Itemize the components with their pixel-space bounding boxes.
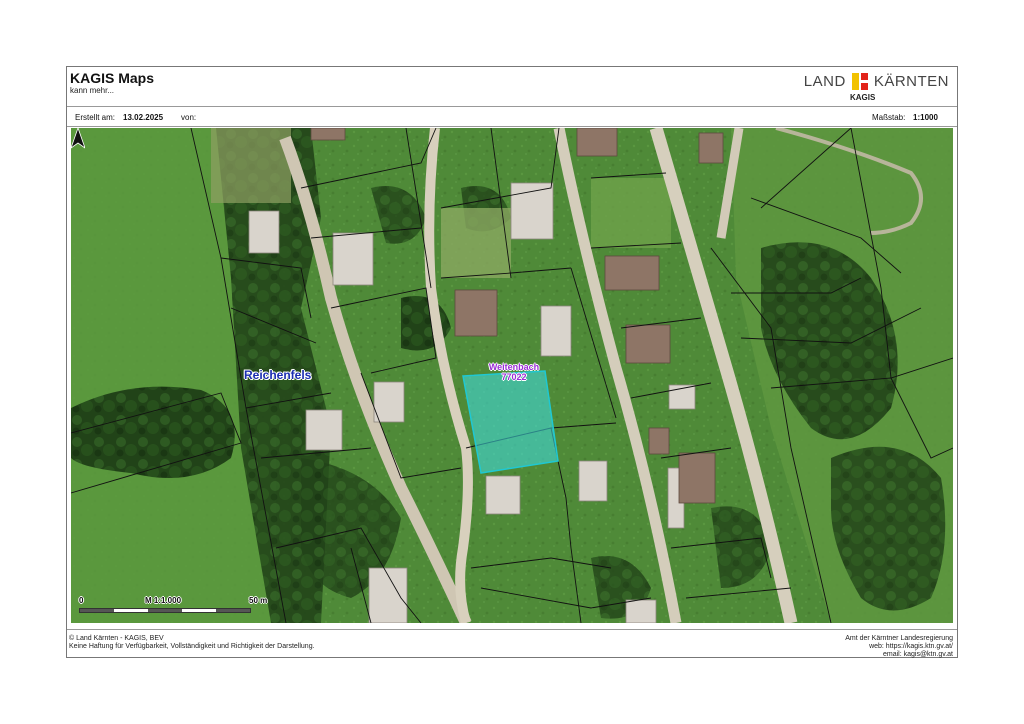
brand-word-land: LAND (803, 72, 846, 90)
app-title: KAGIS Maps (70, 70, 155, 86)
parcel-label: Weitenbach 77022 (479, 362, 549, 382)
parcel-label-cadastral: Weitenbach (488, 362, 540, 372)
print-sheet: KAGIS Maps kann mehr... LAND KÄRNTEN KAG… (66, 66, 958, 658)
scale-label: Maßstab: (872, 113, 906, 122)
place-label-reichenfels: Reichenfels (244, 368, 312, 382)
footer-email-link[interactable]: email: kagis@ktn.gv.at (845, 651, 953, 659)
scale-bar-ratio: M 1:1.000 (145, 596, 182, 605)
brand-wordmark: LAND KÄRNTEN (804, 71, 949, 91)
coat-of-arms-icon (851, 72, 868, 90)
brand-logo: LAND KÄRNTEN KAGIS (799, 71, 949, 104)
meta-bar: Erstellt am: 13.02.2025 von: Maßstab: 1:… (67, 107, 957, 127)
scale-value: 1:1000 (913, 113, 938, 122)
scale-bar: 0 M 1:1.000 50 m (77, 596, 273, 618)
scale-bar-zero: 0 (79, 596, 84, 605)
orthophoto-map[interactable]: Reichenfels Weitenbach 77022 0 M 1:1.000… (71, 128, 953, 623)
app-subtitle: kann mehr... (70, 86, 115, 95)
created-value: 13.02.2025 (123, 113, 164, 122)
footer-office: Amt der Kärntner Landesregierung (845, 635, 953, 642)
footer-web-link[interactable]: web: https://kagis.ktn.gv.at/ (845, 643, 953, 651)
footer-disclaimer: Keine Haftung für Verfügbarkeit, Vollstä… (69, 643, 315, 650)
sheet-footer: © Land Kärnten - KAGIS, BEV Keine Haftun… (67, 629, 957, 659)
created-label: Erstellt am: (75, 113, 116, 122)
brand-word-kaernten: KÄRNTEN (873, 72, 949, 90)
scale-bar-graphic (79, 608, 251, 613)
north-arrow-icon (71, 128, 85, 149)
brand-sub: KAGIS (850, 93, 876, 102)
sheet-header: KAGIS Maps kann mehr... LAND KÄRNTEN KAG… (67, 67, 957, 107)
footer-copyright: © Land Kärnten - KAGIS, BEV (69, 635, 164, 642)
footer-left: © Land Kärnten - KAGIS, BEV Keine Haftun… (69, 635, 315, 651)
author-label: von: (181, 113, 197, 122)
parcel-label-number: 77022 (501, 372, 527, 382)
scale-bar-end: 50 m (249, 596, 268, 605)
footer-right: Amt der Kärntner Landesregierung web: ht… (845, 635, 953, 659)
